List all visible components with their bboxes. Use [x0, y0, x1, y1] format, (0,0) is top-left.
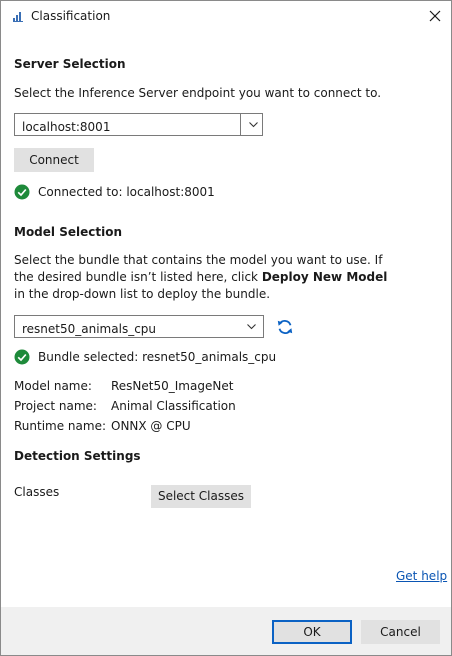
- bundle-combobox[interactable]: resnet50_animals_cpu: [14, 315, 264, 338]
- server-endpoint-value: localhost:8001: [22, 120, 111, 134]
- server-endpoint-combobox[interactable]: localhost:8001: [14, 113, 263, 136]
- classes-label: Classes: [14, 485, 60, 499]
- deploy-new-model-text: Deploy New Model: [261, 270, 388, 284]
- check-circle-icon: [14, 184, 30, 200]
- title-bar: Classification: [1, 1, 451, 32]
- chevron-down-icon[interactable]: [249, 122, 258, 128]
- check-circle-icon: [14, 349, 30, 365]
- cancel-button[interactable]: Cancel: [361, 620, 440, 644]
- app-icon: [12, 10, 24, 22]
- server-description: Select the Inference Server endpoint you…: [14, 86, 382, 100]
- bundle-value: resnet50_animals_cpu: [22, 322, 157, 336]
- get-help-link[interactable]: Get help: [396, 569, 447, 583]
- model-name-value: ResNet50_ImageNet: [111, 379, 234, 393]
- runtime-name-value: ONNX @ CPU: [111, 419, 191, 433]
- model-name-label: Model name:: [14, 379, 92, 393]
- close-icon: [429, 10, 441, 22]
- close-button[interactable]: [419, 1, 451, 32]
- model-description-text-end: in the drop-down list to deploy the bund…: [14, 287, 271, 301]
- connect-button[interactable]: Connect: [14, 148, 94, 172]
- chevron-down-icon[interactable]: [247, 324, 256, 330]
- ok-button[interactable]: OK: [272, 620, 352, 644]
- detection-settings-heading: Detection Settings: [14, 449, 141, 463]
- select-classes-button[interactable]: Select Classes: [151, 485, 251, 508]
- project-name-value: Animal Classification: [111, 399, 236, 413]
- server-status-text: Connected to: localhost:8001: [38, 185, 215, 199]
- model-description: Select the bundle that contains the mode…: [14, 252, 394, 303]
- runtime-name-label: Runtime name:: [14, 419, 107, 433]
- window-title: Classification: [31, 9, 111, 23]
- bundle-status-text: Bundle selected: resnet50_animals_cpu: [38, 350, 277, 364]
- model-selection-heading: Model Selection: [14, 225, 122, 239]
- dialog-footer: OK Cancel: [1, 607, 451, 655]
- project-name-label: Project name:: [14, 399, 97, 413]
- server-selection-heading: Server Selection: [14, 57, 126, 71]
- classification-dialog: Classification Server Selection Select t…: [0, 0, 452, 656]
- refresh-icon[interactable]: [275, 317, 295, 337]
- combobox-divider: [240, 114, 241, 135]
